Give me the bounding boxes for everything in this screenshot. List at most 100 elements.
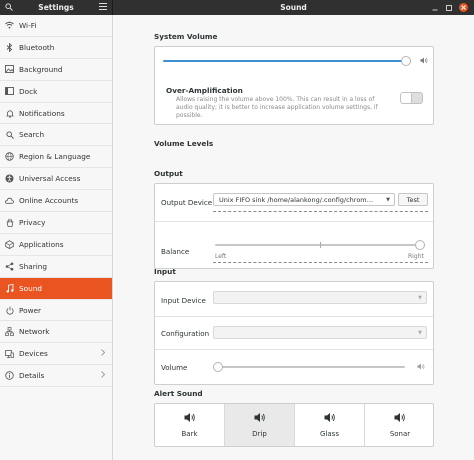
speaker-icon xyxy=(394,412,406,426)
power-icon xyxy=(5,306,14,315)
speaker-icon xyxy=(420,57,428,66)
sidebar-item-devices[interactable]: Devices xyxy=(0,343,112,366)
alert-option-glass[interactable]: Glass xyxy=(295,404,365,446)
test-button[interactable]: Test xyxy=(398,193,428,206)
sidebar-item-region-language[interactable]: Region & Language xyxy=(0,146,112,169)
maximize-icon[interactable] xyxy=(444,3,453,12)
focus-underline xyxy=(213,262,428,263)
sidebar-item-sharing[interactable]: Sharing xyxy=(0,256,112,278)
alert-option-drip[interactable]: Drip xyxy=(225,404,295,446)
chevron-down-icon: ▼ xyxy=(418,294,422,301)
input-frame: Input Device ▼ Configuration ▼ Volume xyxy=(154,281,434,385)
chevron-down-icon: ▼ xyxy=(386,196,390,203)
balance-row: Balance Left Right xyxy=(155,222,433,269)
info-icon xyxy=(5,371,14,380)
alert-option-sonar[interactable]: Sonar xyxy=(365,404,433,446)
music-note-icon xyxy=(5,283,14,293)
devices-icon xyxy=(5,349,14,358)
chevron-down-icon: ▼ xyxy=(418,329,422,336)
sidebar-item-label: Details xyxy=(19,371,45,381)
hand-icon xyxy=(5,218,14,227)
speaker-icon xyxy=(254,412,266,426)
sidebar-item-sound[interactable]: Sound xyxy=(0,277,112,300)
close-icon[interactable] xyxy=(459,3,468,12)
sidebar-item-label: Power xyxy=(19,305,42,315)
sidebar-item-dock[interactable]: Dock xyxy=(0,81,112,103)
sidebar-item-online-accounts[interactable]: Online Accounts xyxy=(0,190,112,213)
system-volume-frame: Over-Amplification Allows raising the vo… xyxy=(154,46,434,125)
network-icon xyxy=(5,327,14,337)
sidebar-item-applications[interactable]: Applications xyxy=(0,234,112,256)
alert-option-bark[interactable]: Bark xyxy=(155,404,225,446)
speaker-icon xyxy=(184,412,196,426)
over-amplification-toggle[interactable] xyxy=(400,92,423,104)
input-volume-slider[interactable] xyxy=(213,362,405,372)
balance-right-label: Right xyxy=(408,253,424,260)
bluetooth-icon xyxy=(5,42,14,52)
slider-track xyxy=(163,60,411,62)
configuration-dropdown[interactable]: ▼ xyxy=(213,326,427,339)
sidebar-item-wifi[interactable]: Wi-Fi xyxy=(0,15,112,37)
sidebar-item-label: Dock xyxy=(19,86,38,96)
alert-option-label: Drip xyxy=(252,430,267,438)
output-device-dropdown[interactable]: Unix FIFO sink /home/alankong/.config/ch… xyxy=(213,193,395,206)
over-amplification-title: Over-Amplification xyxy=(166,86,243,95)
system-volume-slider[interactable] xyxy=(163,56,411,66)
sidebar-item-label: Universal Access xyxy=(19,174,81,184)
slider-knob[interactable] xyxy=(415,240,425,250)
chevron-right-icon xyxy=(101,371,106,380)
balance-slider[interactable] xyxy=(215,240,425,250)
wifi-icon xyxy=(5,21,14,30)
sidebar-item-notifications[interactable]: Notifications xyxy=(0,103,112,125)
settings-title: Settings xyxy=(38,3,74,12)
search-icon xyxy=(5,130,14,139)
center-mark xyxy=(320,242,321,248)
slider-track xyxy=(213,366,405,368)
alert-option-label: Glass xyxy=(320,430,339,438)
hamburger-menu-icon[interactable] xyxy=(97,3,107,12)
output-frame: Output Device Unix FIFO sink /home/alank… xyxy=(154,183,434,269)
balance-label: Balance xyxy=(161,247,190,256)
output-device-label: Output Device xyxy=(161,198,213,207)
search-icon[interactable] xyxy=(5,2,15,13)
sidebar-item-label: Network xyxy=(19,327,50,337)
sidebar-item-background[interactable]: Background xyxy=(0,59,112,81)
sidebar-item-label: Bluetooth xyxy=(19,42,55,52)
sidebar-item-label: Region & Language xyxy=(19,152,91,162)
alert-option-label: Bark xyxy=(181,430,198,438)
sidebar-item-label: Background xyxy=(19,64,63,74)
focus-underline xyxy=(213,211,428,212)
alert-option-label: Sonar xyxy=(389,430,411,438)
share-icon xyxy=(5,262,14,271)
sidebar-item-label: Online Accounts xyxy=(19,196,79,206)
sidebar-item-network[interactable]: Network xyxy=(0,321,112,344)
sidebar-item-details[interactable]: Details xyxy=(0,365,112,388)
sidebar-item-label: Sound xyxy=(19,283,42,293)
accessibility-icon xyxy=(5,174,14,183)
sound-panel: System Volume Over-Amplification Allows … xyxy=(114,15,474,460)
sidebar-item-privacy[interactable]: Privacy xyxy=(0,212,112,234)
output-device-value: Unix FIFO sink /home/alankong/.config/ch… xyxy=(219,195,374,204)
minimize-icon[interactable] xyxy=(430,3,439,12)
input-heading: Input xyxy=(154,267,176,276)
bell-icon xyxy=(5,109,14,118)
apps-icon xyxy=(5,240,14,249)
slider-knob[interactable] xyxy=(213,362,223,372)
sidebar-item-bluetooth[interactable]: Bluetooth xyxy=(0,37,112,59)
input-device-row: Input Device ▼ xyxy=(155,282,433,317)
input-device-dropdown[interactable]: ▼ xyxy=(213,291,427,304)
microphone-icon xyxy=(417,363,425,372)
sidebar-item-label: Notifications xyxy=(19,108,65,118)
sidebar-item-label: Search xyxy=(19,130,45,140)
slider-knob[interactable] xyxy=(401,56,411,66)
speaker-icon xyxy=(324,412,336,426)
input-volume-label: Volume xyxy=(161,363,188,372)
sidebar-item-power[interactable]: Power xyxy=(0,300,112,322)
sidebar-item-universal-access[interactable]: Universal Access xyxy=(0,168,112,191)
output-device-row: Output Device Unix FIFO sink /home/alank… xyxy=(155,184,433,222)
background-icon xyxy=(5,65,14,74)
sidebar-item-search[interactable]: Search xyxy=(0,124,112,147)
page-title: Sound xyxy=(280,3,307,12)
alert-sound-heading: Alert Sound xyxy=(154,389,203,398)
input-volume-row: Volume xyxy=(155,350,433,385)
